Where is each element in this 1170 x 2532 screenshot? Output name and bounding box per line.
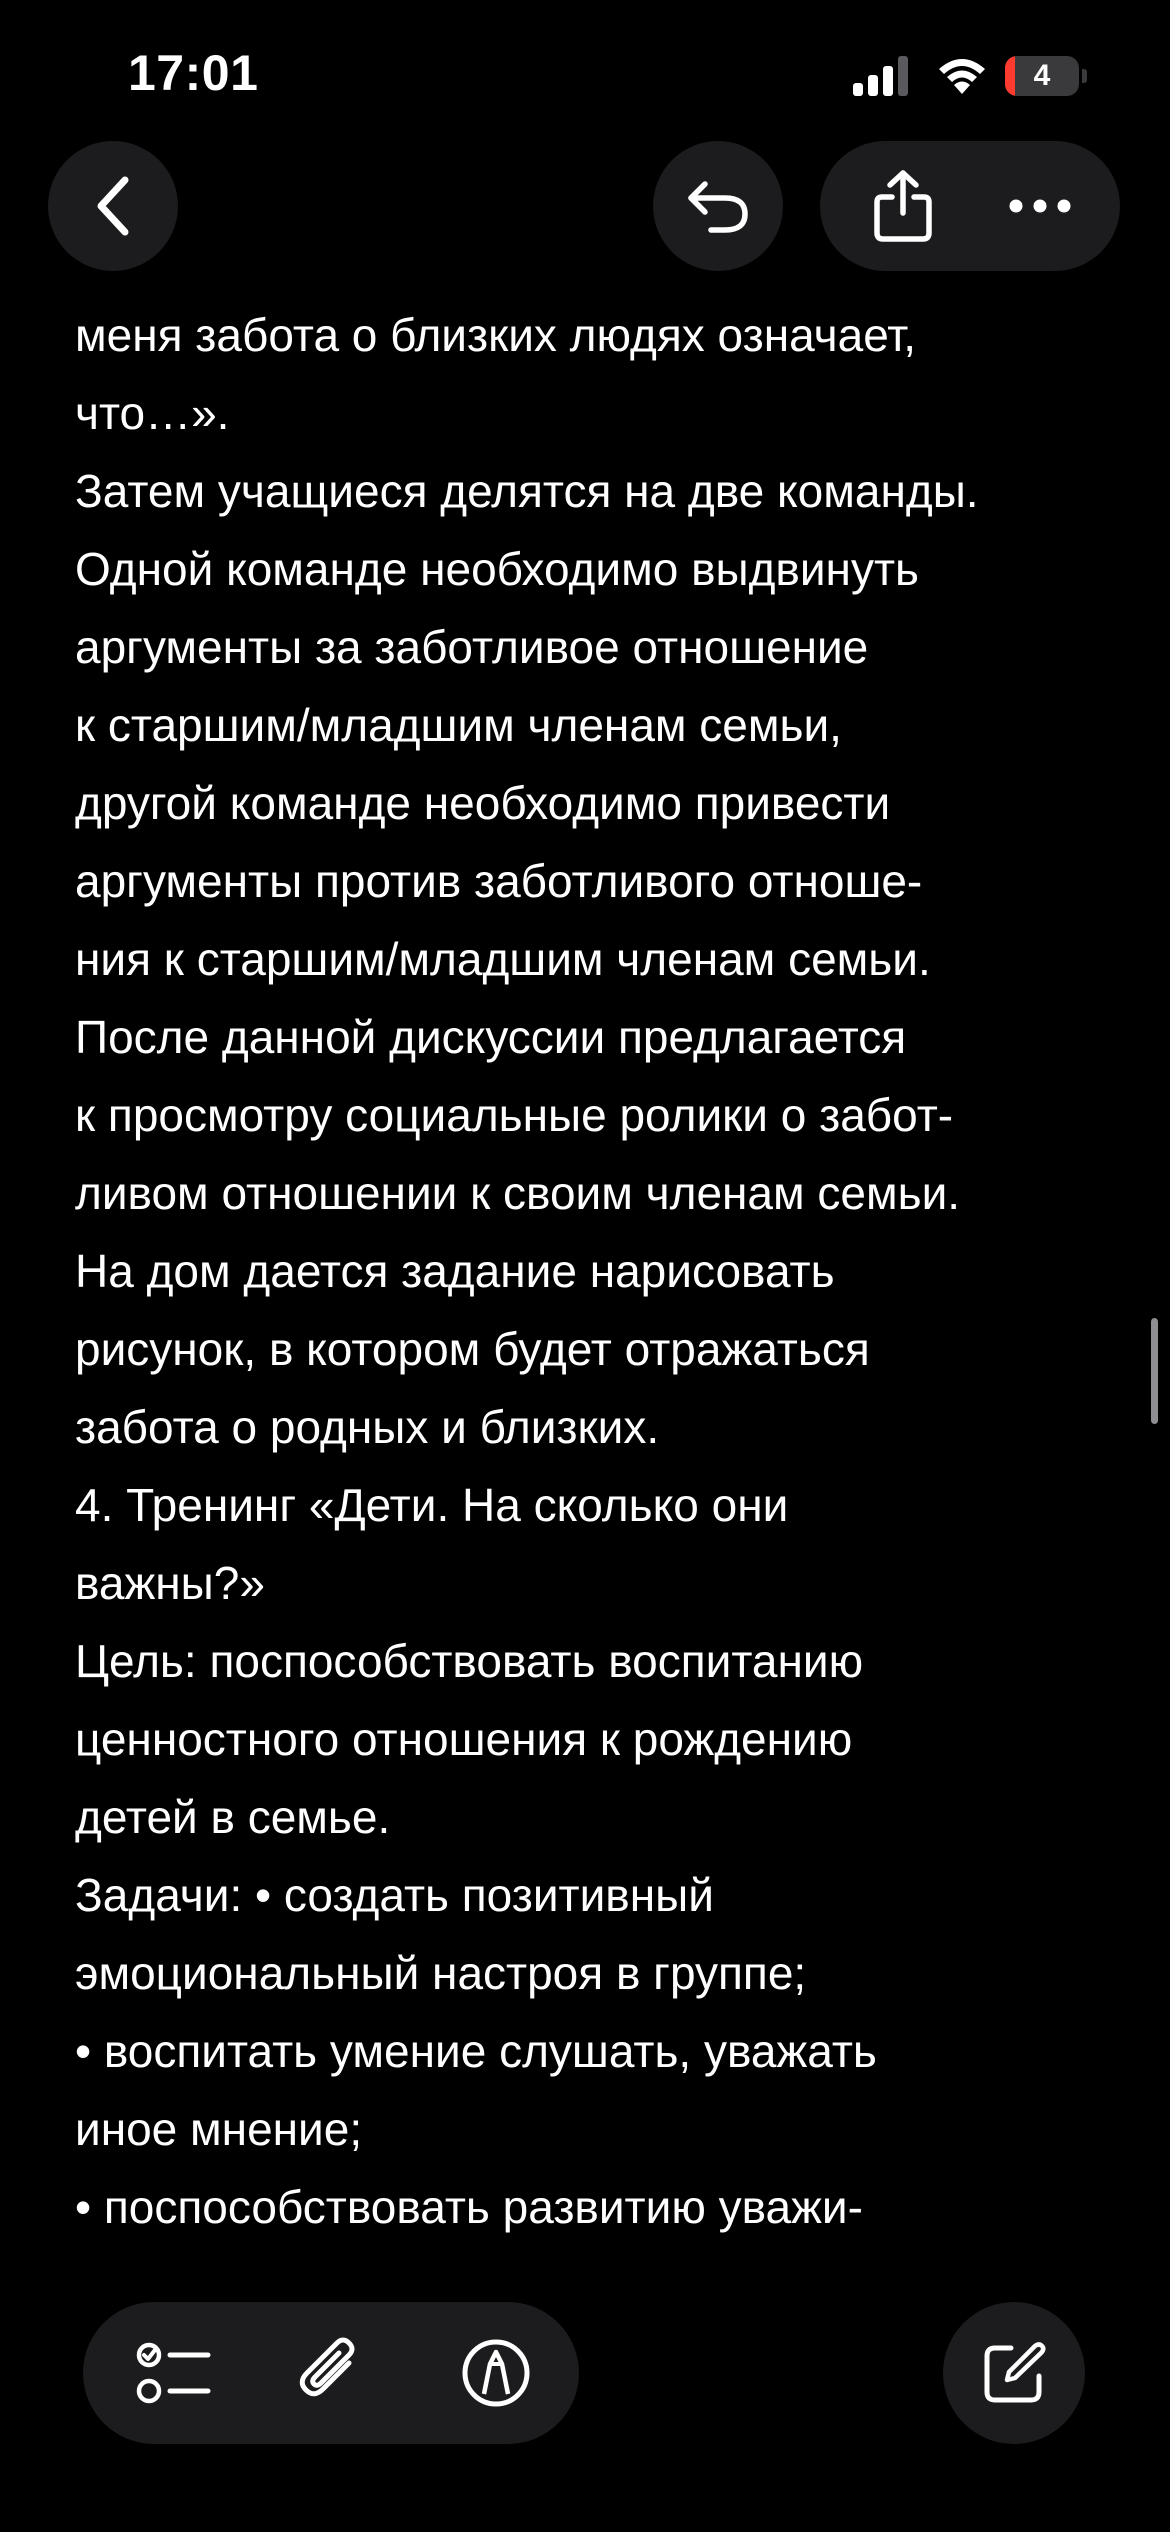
note-line: к просмотру социальные ролики о забот- xyxy=(75,1089,954,1141)
note-line: аргументы за заботливое отношение xyxy=(75,621,869,673)
markup-button[interactable] xyxy=(449,2326,543,2420)
cellular-signal-icon xyxy=(853,56,909,96)
checklist-icon xyxy=(136,2339,212,2407)
status-bar: 17:01 4 xyxy=(0,0,1170,150)
note-line: иное мнение; xyxy=(75,2103,363,2155)
note-line: • поспособствовать развитию уважи- xyxy=(75,2181,863,2233)
note-line: детей в семье. xyxy=(75,1791,391,1843)
battery-level: 4 xyxy=(1033,59,1051,92)
wifi-icon xyxy=(935,54,989,96)
note-line: ценностного отношения к рождению xyxy=(75,1713,853,1765)
note-line: важны?» xyxy=(75,1557,265,1609)
undo-button[interactable] xyxy=(653,141,783,271)
note-line: к старшим/младшим членам семьи, xyxy=(75,699,842,751)
note-line: Цель: поспособствовать воспитанию xyxy=(75,1635,864,1687)
status-time: 17:01 xyxy=(128,45,259,101)
note-line: меня забота о близких людях означает, xyxy=(75,309,917,361)
note-line: • воспитать умение слушать, уважать xyxy=(75,2025,877,2077)
bottom-toolbar xyxy=(83,2302,579,2444)
checklist-button[interactable] xyxy=(127,2326,221,2420)
note-line: Задачи: • создать позитивный xyxy=(75,1869,714,1921)
note-line: После данной дискуссии предлагается xyxy=(75,1011,907,1063)
note-line: Затем учащиеся делятся на две команды. xyxy=(75,465,979,517)
note-line: рисунок, в котором будет отражаться xyxy=(75,1323,870,1375)
note-line: эмоциональный настроя в группе; xyxy=(75,1947,807,1999)
note-line: другой команде необходимо привести xyxy=(75,777,891,829)
compose-button[interactable] xyxy=(943,2302,1085,2444)
note-body[interactable]: меня забота о близких людях означает, чт… xyxy=(75,296,1115,2286)
compose-icon xyxy=(981,2340,1047,2406)
ellipsis-icon xyxy=(1009,199,1071,213)
note-line: Одной команде необходимо выдвинуть xyxy=(75,543,919,595)
scroll-indicator[interactable] xyxy=(1151,1318,1158,1424)
paperclip-icon xyxy=(297,2337,363,2409)
note-line: ния к старшим/младшим членам семьи. xyxy=(75,933,931,985)
note-line: аргументы против заботливого отноше- xyxy=(75,855,923,907)
more-button[interactable] xyxy=(990,163,1090,249)
share-more-group xyxy=(820,141,1120,271)
share-button[interactable] xyxy=(860,163,946,249)
note-line: 4. Тренинг «Дети. На сколько они xyxy=(75,1479,789,1531)
note-line: забота о родных и близких. xyxy=(75,1401,660,1453)
chevron-left-icon xyxy=(91,174,135,238)
note-line: ливом отношении к своим членам семьи. xyxy=(75,1167,961,1219)
note-line: что…». xyxy=(75,387,230,439)
attach-button[interactable] xyxy=(283,2326,377,2420)
markup-pen-icon xyxy=(461,2338,531,2408)
share-icon xyxy=(872,169,934,243)
undo-icon xyxy=(685,176,751,236)
note-line: На дом дается задание нарисовать xyxy=(75,1245,835,1297)
back-button[interactable] xyxy=(48,141,178,271)
battery-icon: 4 xyxy=(1005,56,1087,96)
